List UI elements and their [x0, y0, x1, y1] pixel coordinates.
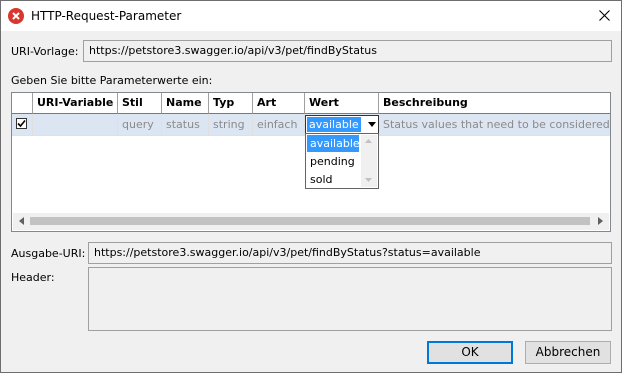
- beschreibung-cell: Status values that need to be considered…: [383, 118, 610, 131]
- title-bar: HTTP-Request-Parameter: [1, 1, 621, 31]
- close-button[interactable]: [593, 4, 617, 28]
- column-header-typ[interactable]: Typ: [209, 93, 253, 114]
- scroll-left-arrow-icon[interactable]: [19, 217, 24, 225]
- dialog-window: HTTP-Request-Parameter URI-Vorlage: http…: [0, 0, 622, 373]
- parameter-table: URI-Variable Stil Name Typ Art Wert Besc…: [11, 92, 611, 232]
- scroll-right-arrow-icon[interactable]: [598, 217, 603, 225]
- close-icon: [599, 10, 610, 21]
- column-header-name[interactable]: Name: [162, 93, 209, 114]
- header-label: Header:: [11, 271, 55, 284]
- wert-combobox[interactable]: available: [305, 115, 379, 134]
- output-uri-field: https://petstore3.swagger.io/api/v3/pet/…: [88, 242, 612, 264]
- wert-option-available[interactable]: available: [307, 135, 360, 152]
- name-cell: status: [162, 114, 209, 135]
- wert-option-pending[interactable]: pending: [307, 153, 359, 170]
- column-header-beschreibung[interactable]: Beschreibung: [379, 93, 610, 114]
- column-header-art[interactable]: Art: [253, 93, 305, 114]
- ok-button[interactable]: OK: [427, 341, 513, 364]
- row-checkbox-cell: [12, 114, 33, 135]
- wert-dropdown-list: available pending sold: [305, 133, 379, 189]
- checkmark-icon: [17, 119, 26, 128]
- parameter-prompt: Geben Sie bitte Parameterwerte ein:: [11, 74, 213, 87]
- scroll-down-arrow-icon[interactable]: [365, 178, 372, 182]
- column-header-uri-variable[interactable]: URI-Variable: [33, 93, 118, 114]
- dropdown-scrollbar[interactable]: [361, 135, 377, 187]
- typ-cell: string: [209, 114, 253, 135]
- app-icon: [8, 8, 24, 24]
- column-header-stil[interactable]: Stil: [118, 93, 162, 114]
- wert-option-sold[interactable]: sold: [307, 171, 359, 188]
- wert-selected-value: available: [307, 117, 361, 132]
- scrollbar-thumb[interactable]: [30, 217, 590, 225]
- cancel-button[interactable]: Abbrechen: [525, 341, 611, 364]
- stil-cell: query: [118, 114, 162, 135]
- chevron-down-icon[interactable]: [368, 122, 376, 127]
- window-title: HTTP-Request-Parameter: [31, 9, 182, 23]
- column-header-wert[interactable]: Wert: [305, 93, 379, 114]
- header-checkbox-column: [12, 93, 33, 114]
- art-cell: einfach: [253, 114, 305, 135]
- uri-variable-cell[interactable]: [33, 114, 118, 135]
- uri-template-label: URI-Vorlage:: [11, 45, 79, 58]
- header-field[interactable]: [88, 267, 612, 331]
- horizontal-scrollbar[interactable]: [13, 213, 609, 230]
- output-uri-label: Ausgabe-URI:: [11, 247, 86, 260]
- scroll-up-arrow-icon[interactable]: [365, 139, 372, 143]
- uri-template-field: https://petstore3.swagger.io/api/v3/pet/…: [83, 40, 612, 62]
- row-checkbox[interactable]: [16, 118, 27, 129]
